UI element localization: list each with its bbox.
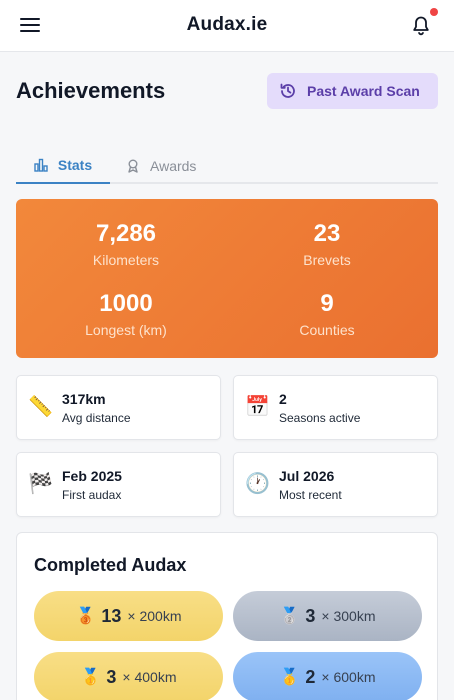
stat-kilometers: 7,286 Kilometers — [26, 220, 226, 268]
clock-icon: 🕐 — [245, 473, 270, 495]
completed-distance: × 600km — [321, 669, 376, 685]
completed-audax-section: Completed Audax 🥉 13 × 200km 🥈 3 × 300km… — [16, 532, 438, 700]
notifications-bell-icon[interactable] — [410, 8, 438, 38]
card-value: Feb 2025 — [62, 468, 122, 484]
completed-distance: × 300km — [321, 608, 376, 624]
stat-longest: 1000 Longest (km) — [26, 290, 226, 338]
notification-dot — [430, 8, 438, 16]
ruler-icon: 📏 — [28, 396, 53, 418]
stat-caption: Longest (km) — [85, 322, 167, 338]
completed-count: 3 — [305, 605, 316, 626]
stat-value: 23 — [313, 220, 341, 247]
completed-count: 13 — [101, 605, 122, 626]
completed-200km-pill[interactable]: 🥉 13 × 200km — [34, 591, 223, 641]
bar-chart-icon — [34, 158, 48, 172]
card-label: Seasons active — [279, 411, 361, 425]
stats-summary-card: 7,286 Kilometers 23 Brevets 1000 Longest… — [16, 199, 438, 358]
completed-distance: × 200km — [127, 608, 182, 624]
gold-medal-icon: 🥇 — [279, 669, 300, 686]
top-bar: Audax.ie — [0, 0, 454, 52]
chequered-flag-icon: 🏁 — [28, 473, 53, 495]
most-recent-card: 🕐 Jul 2026 Most recent — [233, 452, 438, 517]
tab-stats-label: Stats — [57, 157, 93, 173]
card-value: 2 — [279, 391, 287, 407]
stat-caption: Brevets — [303, 252, 351, 268]
card-value: 317km — [62, 391, 106, 407]
card-value: Jul 2026 — [279, 468, 335, 484]
completed-600km-pill[interactable]: 🥇 2 × 600km — [233, 652, 422, 700]
completed-400km-pill[interactable]: 🥇 3 × 400km — [34, 652, 223, 700]
calendar-icon: 📅 — [245, 396, 270, 418]
tab-bar: Stats Awards — [16, 148, 438, 184]
stat-caption: Kilometers — [92, 252, 160, 268]
past-award-scan-button[interactable]: Past Award Scan — [267, 73, 438, 109]
silver-medal-icon: 🥈 — [279, 608, 300, 625]
completed-count: 2 — [305, 666, 316, 687]
card-label: Most recent — [279, 488, 342, 502]
gold-medal-icon: 🥇 — [80, 669, 101, 686]
stat-brevets: 23 Brevets — [227, 220, 427, 268]
page-title: Achievements — [16, 78, 166, 103]
history-icon — [280, 83, 295, 98]
stat-caption: Counties — [299, 322, 355, 338]
section-title: Completed Audax — [34, 555, 187, 575]
bronze-medal-icon: 🥉 — [75, 608, 96, 625]
tab-stats[interactable]: Stats — [16, 148, 110, 184]
first-audax-card: 🏁 Feb 2025 First audax — [16, 452, 221, 517]
tab-awards[interactable]: Awards — [126, 148, 196, 184]
stat-value: 1000 — [99, 290, 153, 317]
card-label: First audax — [62, 488, 122, 502]
tab-awards-label: Awards — [150, 158, 197, 174]
stat-counties: 9 Counties — [227, 290, 427, 338]
award-ribbon-icon — [128, 159, 138, 173]
stat-value: 9 — [320, 290, 334, 317]
stat-value: 7,286 — [95, 220, 157, 247]
avg-distance-card: 📏 317km Avg distance — [16, 375, 221, 440]
completed-distance: × 400km — [122, 669, 177, 685]
seasons-active-card: 📅 2 Seasons active — [233, 375, 438, 440]
past-award-scan-label: Past Award Scan — [307, 83, 420, 99]
completed-300km-pill[interactable]: 🥈 3 × 300km — [233, 591, 422, 641]
card-label: Avg distance — [62, 411, 131, 425]
completed-count: 3 — [106, 666, 117, 687]
app-title: Audax.ie — [186, 14, 268, 35]
